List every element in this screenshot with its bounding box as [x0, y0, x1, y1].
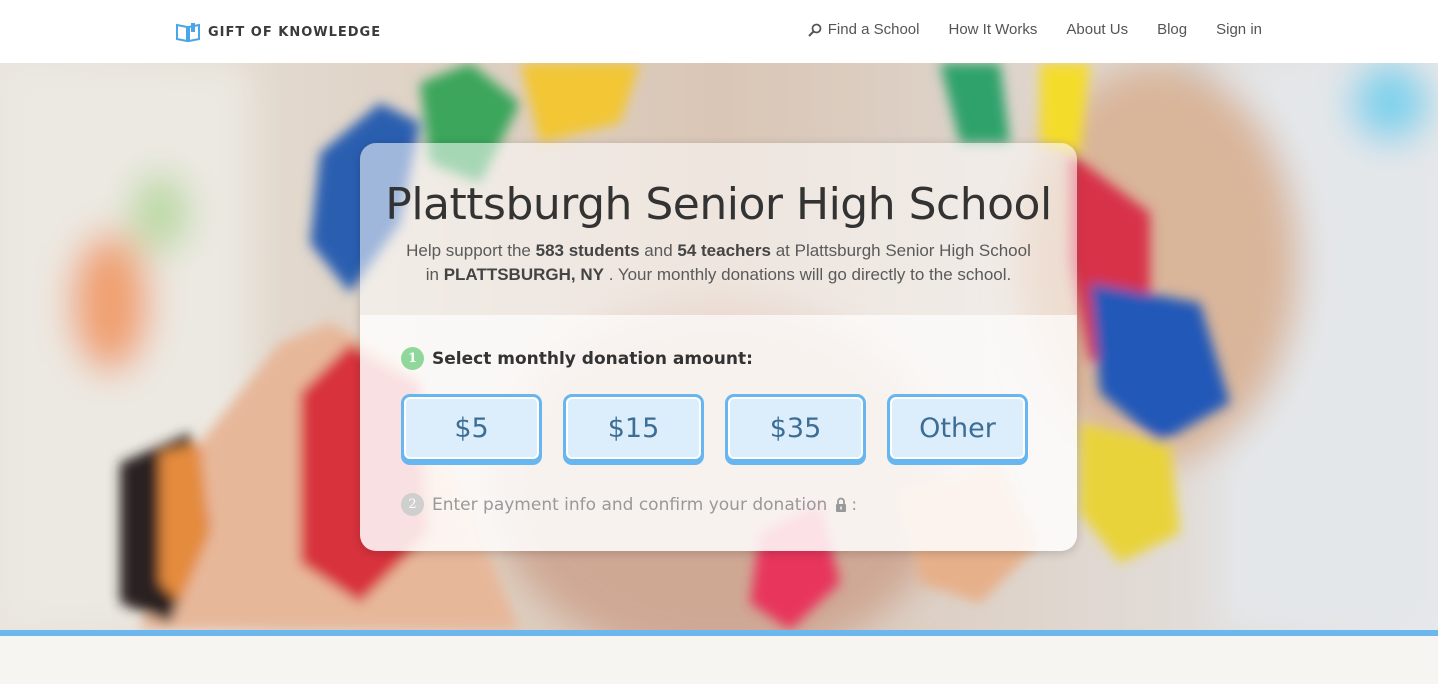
step-number: 2 [401, 493, 424, 516]
desc-text: at Plattsburgh Senior High School [775, 241, 1031, 260]
nav-blog[interactable]: Blog [1157, 21, 1187, 38]
amount-button-5[interactable]: $5 [401, 394, 542, 462]
lock-icon [836, 497, 847, 512]
step-label-suffix: : [851, 494, 858, 515]
nav-how-it-works[interactable]: How It Works [948, 21, 1037, 38]
school-info-panel: Plattsburgh Senior High School Help supp… [360, 143, 1077, 315]
step-select-amount: 1 Select monthly donation amount: [401, 347, 753, 370]
nav-find-school-label: Find a School [827, 21, 920, 38]
school-title: Plattsburgh Senior High School [385, 179, 1052, 230]
amount-button-35[interactable]: $35 [725, 394, 866, 462]
school-description: Help support the 583 students and 54 tea… [380, 239, 1057, 287]
search-icon [808, 23, 822, 37]
donation-card: Plattsburgh Senior High School Help supp… [360, 143, 1077, 551]
step-number: 1 [401, 347, 424, 370]
amount-button-15[interactable]: $15 [563, 394, 704, 462]
desc-text: in [425, 265, 439, 284]
desc-text: Help support the [406, 241, 531, 260]
amount-options: $5 $15 $35 Other [401, 394, 1028, 462]
desc-text: . Your monthly donations will go directl… [608, 265, 1012, 284]
main-nav: Find a School How It Works About Us Blog… [808, 21, 1262, 38]
teacher-count: 54 teachers [677, 241, 771, 260]
brand-logo[interactable]: GIFT OF KNOWLEDGE [176, 20, 381, 44]
nav-sign-in[interactable]: Sign in [1216, 21, 1262, 38]
step-label: Enter payment info and confirm your dona… [432, 494, 828, 515]
book-icon [176, 23, 200, 42]
brand-name: GIFT OF KNOWLEDGE [208, 24, 382, 40]
school-location: PLATTSBURGH, NY [443, 265, 604, 284]
desc-text: and [644, 241, 673, 260]
page-background-strip [0, 636, 1438, 684]
nav-find-school[interactable]: Find a School [808, 21, 920, 38]
step-label: Select monthly donation amount: [432, 348, 753, 369]
nav-about-us[interactable]: About Us [1066, 21, 1128, 38]
top-navbar: GIFT OF KNOWLEDGE Find a School How It W… [0, 0, 1438, 64]
step-payment-info: 2 Enter payment info and confirm your do… [401, 493, 857, 516]
amount-button-other[interactable]: Other [887, 394, 1028, 462]
student-count: 583 students [535, 241, 640, 260]
